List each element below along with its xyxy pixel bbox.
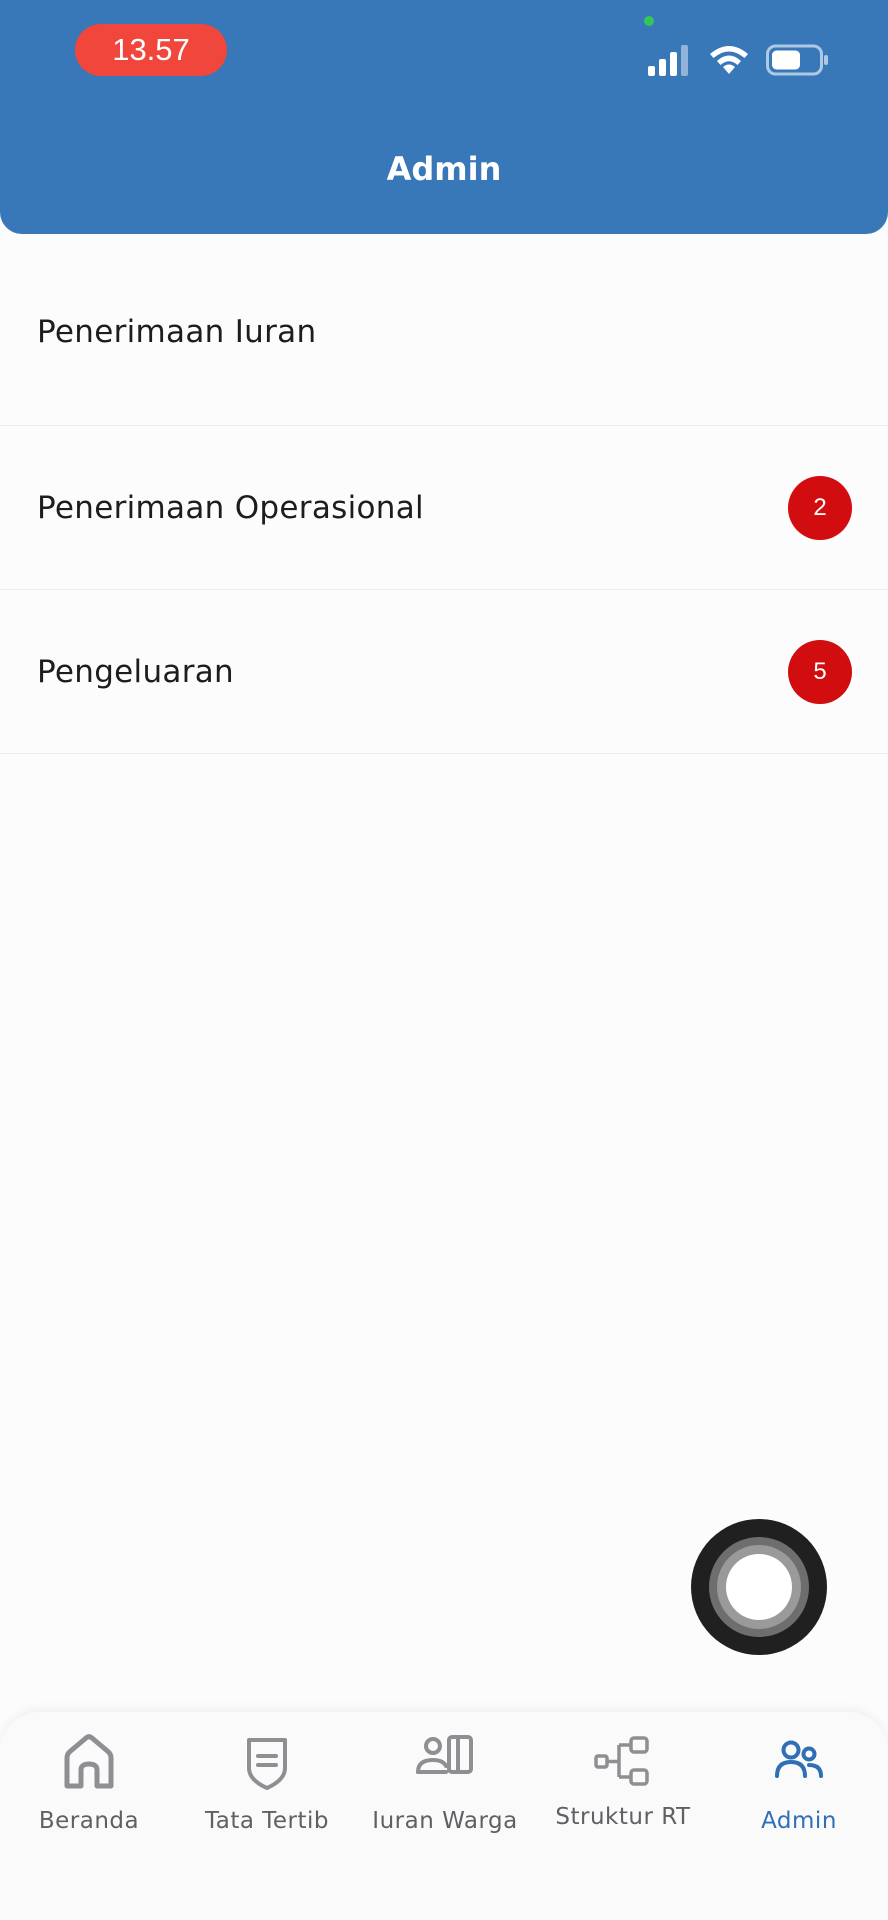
status-icons (0, 40, 888, 80)
menu-item-penerimaan-operasional[interactable]: Penerimaan Operasional 2 (0, 426, 888, 590)
nav-item-beranda[interactable]: Beranda (0, 1712, 178, 1842)
nav-label: Beranda (38, 1808, 140, 1834)
menu-item-penerimaan-iuran[interactable]: Penerimaan Iuran (0, 262, 888, 426)
menu-item-label: Pengeluaran (37, 654, 235, 690)
menu-item-label: Penerimaan Operasional (37, 490, 424, 526)
home-icon (64, 1734, 114, 1789)
cellular-signal-icon (648, 45, 688, 76)
menu-item-pengeluaran[interactable]: Pengeluaran 5 (0, 590, 888, 754)
nav-item-struktur-rt[interactable]: Struktur RT (534, 1712, 712, 1842)
nav-item-admin[interactable]: Admin (710, 1712, 888, 1842)
wifi-icon (710, 46, 748, 74)
battery-icon (766, 44, 828, 76)
camera-indicator-dot (644, 16, 654, 26)
nav-label: Tata Tertib (204, 1808, 329, 1834)
nav-item-tata-tertib[interactable]: Tata Tertib (178, 1712, 356, 1842)
page-title: Admin (386, 150, 502, 188)
bottom-navigation: Beranda Tata Tertib Iuran Warga Struktur… (0, 1712, 888, 1920)
admin-screen: 13.57 Admin Penerimaan Iuran Penerimaan … (0, 0, 888, 1920)
nav-label: Admin (761, 1808, 837, 1834)
assistive-touch-button[interactable] (691, 1519, 827, 1655)
notification-badge: 2 (788, 476, 852, 540)
shield-document-icon (247, 1738, 287, 1790)
app-header: 13.57 Admin (0, 0, 888, 234)
nav-label: Iuran Warga (372, 1808, 518, 1834)
admin-menu-list: Penerimaan Iuran Penerimaan Operasional … (0, 262, 888, 754)
nav-item-iuran-warga[interactable]: Iuran Warga (356, 1712, 534, 1842)
menu-item-label: Penerimaan Iuran (37, 314, 317, 350)
hierarchy-icon (594, 1736, 649, 1786)
user-card-icon (416, 1735, 473, 1774)
nav-label: Struktur RT (555, 1804, 691, 1830)
users-icon (775, 1740, 823, 1778)
notification-badge: 5 (788, 640, 852, 704)
